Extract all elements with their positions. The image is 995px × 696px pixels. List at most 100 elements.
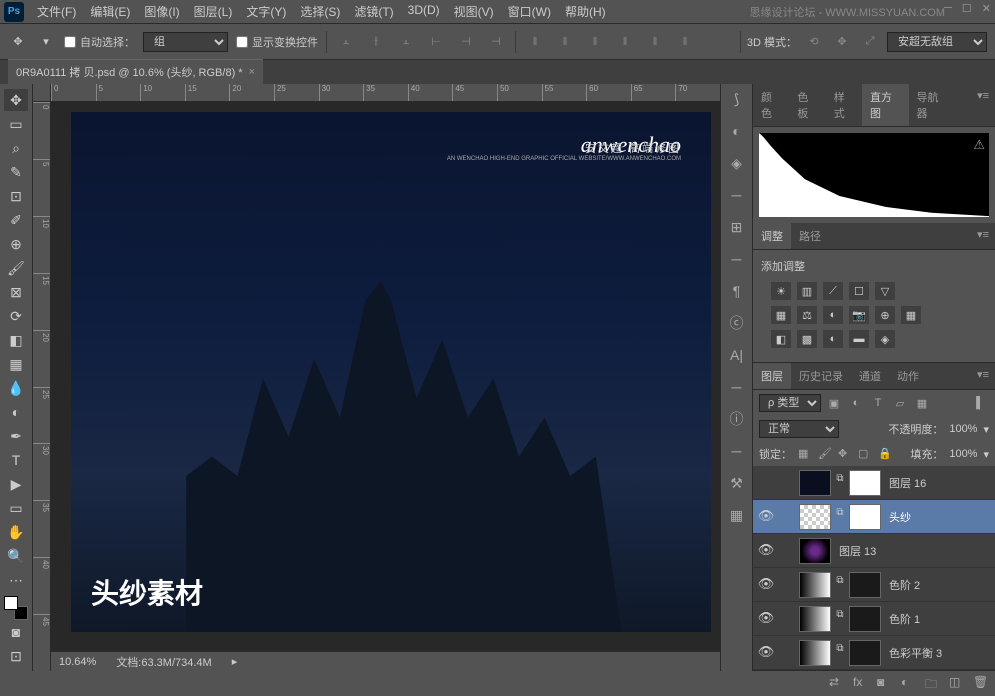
fill-value[interactable]: 100% (949, 448, 977, 460)
quick-select-tool[interactable]: ✎ (4, 161, 28, 183)
histogram-warning-icon[interactable]: ⚠ (973, 137, 985, 153)
pen-tool[interactable]: ✒ (4, 425, 28, 447)
new-group-icon[interactable]: 🗀 (925, 675, 941, 691)
gradient-tool[interactable]: ▦ (4, 353, 28, 375)
layer-name-label[interactable]: 色阶 2 (889, 577, 920, 593)
opacity-value[interactable]: 100% (949, 423, 977, 435)
layer-row[interactable]: 👁⧉头纱 (753, 500, 995, 534)
layer-row[interactable]: 👁⧉色彩平衡 3 (753, 636, 995, 670)
menu-item[interactable]: 窗口(W) (501, 3, 558, 20)
marquee-tool[interactable]: ▭ (4, 113, 28, 135)
options-dropdown-icon[interactable]: ▾ (36, 32, 56, 52)
panel-tab[interactable]: 动作 (889, 363, 927, 389)
distribute-6-icon[interactable]: ‖ (674, 32, 696, 52)
gradient-map-adj-icon[interactable]: ▬ (849, 330, 869, 348)
hand-tool[interactable]: ✋ (4, 521, 28, 543)
filter-type-icon[interactable]: T (869, 395, 887, 411)
paragraph-panel-icon[interactable]: ¶ (726, 280, 748, 302)
brush-presets-panel-icon[interactable]: ◐ (726, 120, 748, 142)
filter-shape-icon[interactable]: ▱ (891, 395, 909, 411)
panel-menu-icon[interactable]: ▾≡ (971, 84, 995, 126)
mask-link-icon[interactable]: ⧉ (835, 643, 845, 663)
shape-tool[interactable]: ▭ (4, 497, 28, 519)
layer-mask-thumbnail[interactable] (849, 640, 881, 666)
visibility-toggle[interactable]: 👁 (757, 576, 775, 594)
distribute-4-icon[interactable]: ‖ (614, 32, 636, 52)
zoom-level[interactable]: 10.64% (59, 656, 96, 668)
menu-item[interactable]: 图层(L) (187, 3, 240, 20)
layer-name-label[interactable]: 色阶 1 (889, 611, 920, 627)
layer-thumbnail[interactable] (799, 470, 831, 496)
move-tool[interactable]: ✥ (4, 89, 28, 111)
posterize-adj-icon[interactable]: ▩ (797, 330, 817, 348)
color-swatches[interactable] (4, 596, 28, 620)
panel-tab[interactable]: 历史记录 (791, 363, 851, 389)
layer-name-label[interactable]: 头纱 (889, 509, 911, 525)
document-tab[interactable]: 0R9A0111 拷 贝.psd @ 10.6% (头纱, RGB/8) * × (8, 59, 263, 84)
filter-toggle-icon[interactable]: ▌ (971, 395, 989, 411)
menu-item[interactable]: 文字(Y) (239, 3, 293, 20)
tool-presets-icon[interactable]: ⚒ (726, 472, 748, 494)
panel-menu-icon[interactable]: ▾≡ (971, 363, 995, 389)
levels-adj-icon[interactable]: ▥ (797, 282, 817, 300)
layer-row[interactable]: 👁⧉色阶 1 (753, 602, 995, 636)
panel-menu-icon[interactable]: ▾≡ (971, 223, 995, 249)
delete-layer-icon[interactable]: 🗑 (973, 675, 989, 691)
channel-mixer-adj-icon[interactable]: ⊕ (875, 306, 895, 324)
mask-link-icon[interactable]: ⧉ (835, 473, 845, 493)
lock-artboard-icon[interactable]: ▢ (858, 447, 872, 461)
align-bottom-icon[interactable]: ⫠ (395, 32, 417, 52)
properties-panel-icon[interactable]: ⊞ (726, 216, 748, 238)
layer-mask-thumbnail[interactable] (849, 606, 881, 632)
panel-tab[interactable]: 颜色 (753, 84, 789, 126)
menu-item[interactable]: 文件(F) (30, 3, 83, 20)
hue-adj-icon[interactable]: ▦ (771, 306, 791, 324)
lasso-tool[interactable]: ⌕ (4, 137, 28, 159)
3d-pan-icon[interactable]: ✥ (831, 32, 853, 52)
layer-thumbnail[interactable] (799, 538, 831, 564)
layer-row[interactable]: 👁图层 13 (753, 534, 995, 568)
clone-source-icon[interactable]: ◈ (726, 152, 748, 174)
layer-name-label[interactable]: 图层 16 (889, 475, 926, 491)
vibrance-adj-icon[interactable]: ▽ (875, 282, 895, 300)
brightness-adj-icon[interactable]: ☀ (771, 282, 791, 300)
layer-fx-icon[interactable]: fx (853, 675, 869, 691)
menu-item[interactable]: 滤镜(T) (347, 3, 400, 20)
edit-toolbar[interactable]: ⋯ (4, 569, 28, 591)
blend-mode-select[interactable]: 正常 (759, 420, 839, 438)
panel-tab[interactable]: 直方图 (862, 84, 909, 126)
layer-thumbnail[interactable] (799, 572, 831, 598)
align-top-icon[interactable]: ⫠ (335, 32, 357, 52)
lock-transparent-icon[interactable]: ▦ (798, 447, 812, 461)
ruler-origin[interactable] (33, 84, 51, 102)
panel-tab[interactable]: 路径 (791, 223, 829, 249)
visibility-toggle[interactable]: 👁 (757, 542, 775, 560)
align-vcenter-icon[interactable]: ⫲ (365, 32, 387, 52)
lock-image-icon[interactable]: 🖌 (818, 447, 832, 461)
character-panel-icon[interactable]: A| (726, 344, 748, 366)
panel-tab[interactable]: 调整 (753, 223, 791, 249)
align-left-icon[interactable]: ⊢ (425, 32, 447, 52)
layer-mask-icon[interactable]: ◙ (877, 675, 893, 691)
tab-close-icon[interactable]: × (249, 66, 255, 78)
color-balance-adj-icon[interactable]: ⚖ (797, 306, 817, 324)
align-right-icon[interactable]: ⊣ (485, 32, 507, 52)
screen-mode-tool[interactable]: ⊡ (4, 645, 28, 667)
stamp-tool[interactable]: ⊠ (4, 281, 28, 303)
mask-link-icon[interactable]: ⧉ (835, 609, 845, 629)
curves-adj-icon[interactable]: ⟋ (823, 282, 843, 300)
bw-adj-icon[interactable]: ◐ (823, 306, 843, 324)
distribute-5-icon[interactable]: ‖ (644, 32, 666, 52)
layer-thumbnail[interactable] (799, 640, 831, 666)
3d-orbit-icon[interactable]: ⟲ (803, 32, 825, 52)
move-tool-icon[interactable]: ✥ (8, 32, 28, 52)
info-panel-icon[interactable]: ⓘ (726, 408, 748, 430)
visibility-toggle[interactable]: 👁 (757, 508, 775, 526)
layer-row[interactable]: 👁⧉色阶 2 (753, 568, 995, 602)
quick-mask-tool[interactable]: ◙ (4, 621, 28, 643)
lock-position-icon[interactable]: ✥ (838, 447, 852, 461)
filter-smart-icon[interactable]: ▦ (913, 395, 931, 411)
distribute-1-icon[interactable]: ‖ (524, 32, 546, 52)
layer-mask-thumbnail[interactable] (849, 572, 881, 598)
close-icon[interactable]: ✕ (982, 2, 991, 15)
